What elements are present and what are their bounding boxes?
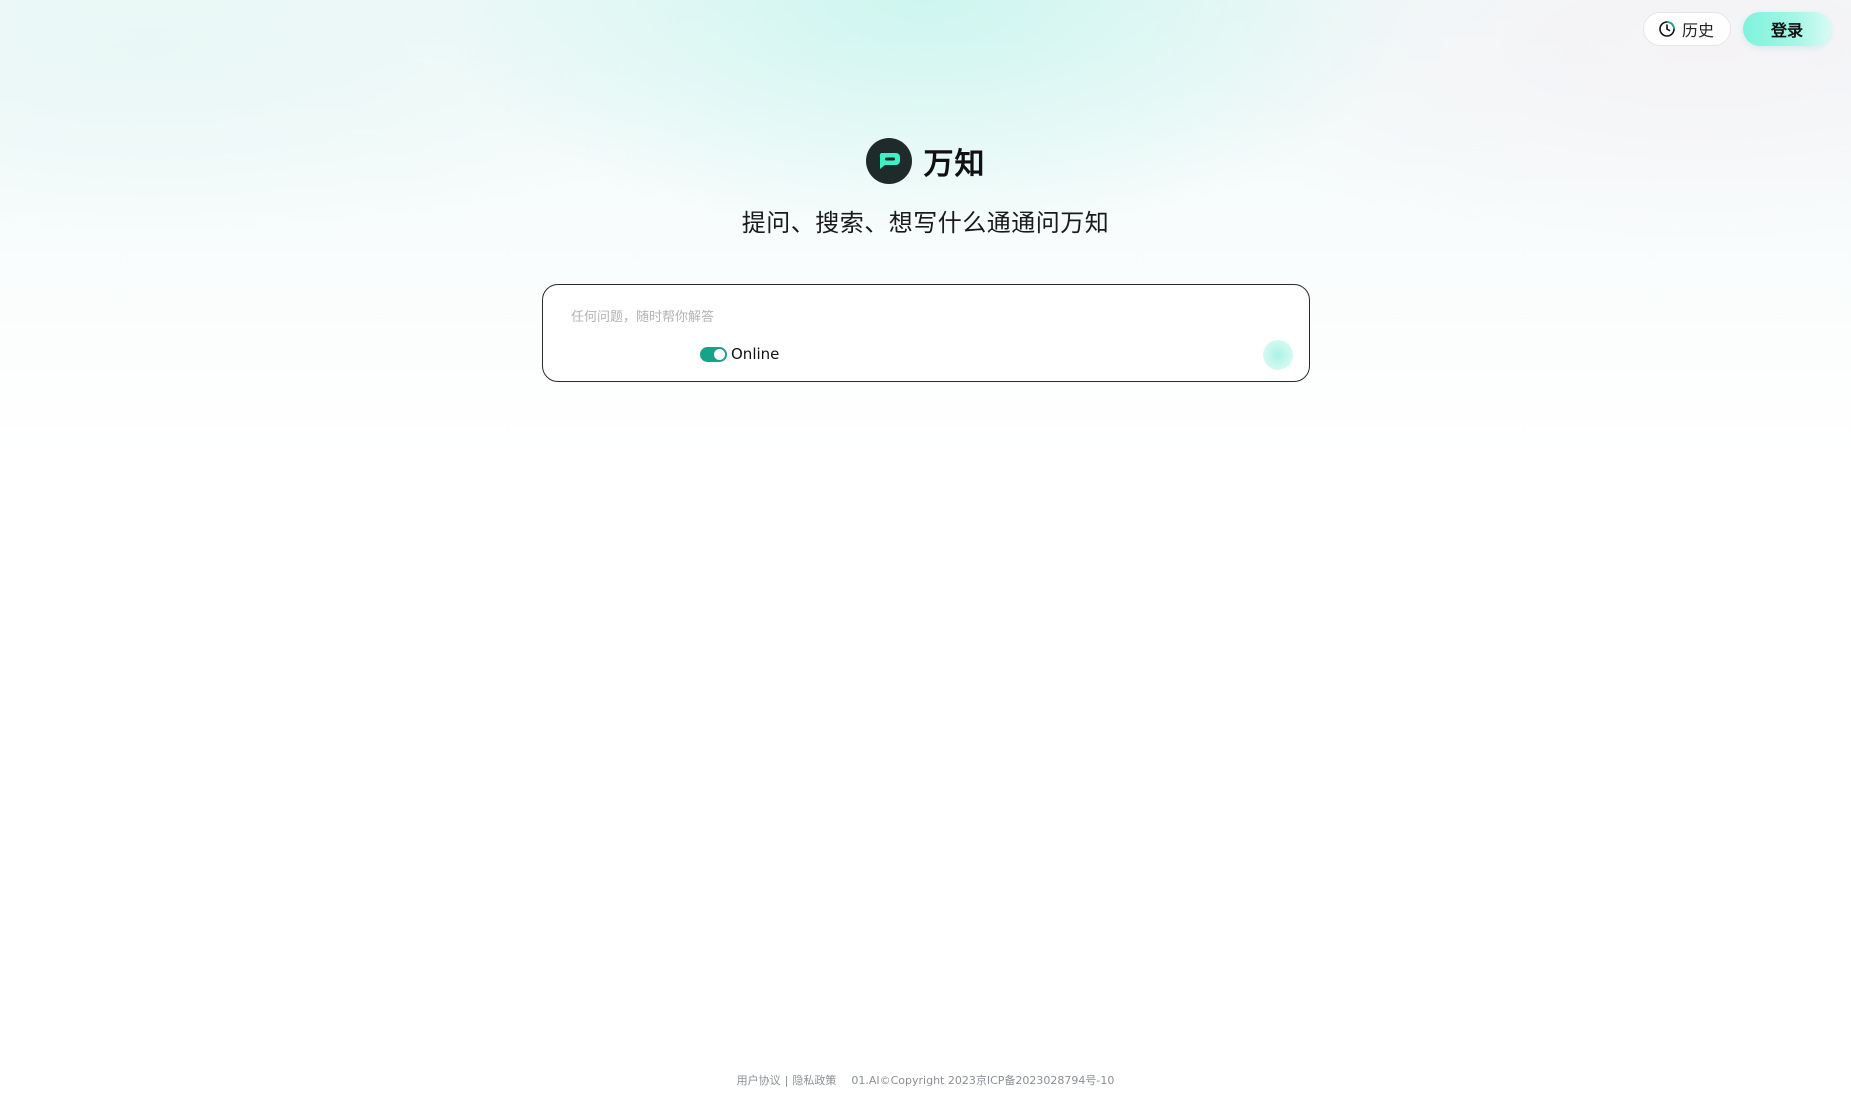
footer-links: 用户协议 | 隐私政策 xyxy=(737,1072,837,1088)
toggle-knob xyxy=(714,348,725,360)
header-actions: 历史 登录 xyxy=(1642,12,1831,46)
brand-name: 万知 xyxy=(923,147,986,182)
clock-icon xyxy=(1658,20,1676,38)
online-switch[interactable] xyxy=(700,346,727,362)
search-box: Online xyxy=(542,284,1310,382)
login-button[interactable]: 登录 xyxy=(1743,12,1831,46)
brand: 万知 xyxy=(0,138,1851,184)
send-button[interactable] xyxy=(1263,340,1293,370)
footer: 用户协议 | 隐私政策 01.AI©Copyright 2023京ICP备202… xyxy=(0,1072,1851,1088)
chat-bubble-logo-icon xyxy=(865,138,912,184)
online-label: Online xyxy=(731,345,780,363)
history-label: 历史 xyxy=(1681,21,1714,40)
privacy-policy-link[interactable]: 隐私政策 xyxy=(792,1072,836,1088)
online-toggle[interactable]: Online xyxy=(700,345,779,363)
footer-separator: | xyxy=(784,1073,789,1087)
page: 历史 登录 万知 提问、搜索、想写什么通通问万知 Online 用户协议 | xyxy=(0,0,1851,1103)
search-input[interactable] xyxy=(569,303,1273,331)
login-label: 登录 xyxy=(1770,21,1803,40)
copyright-text: 01.AI©Copyright 2023京ICP备2023028794号-10 xyxy=(851,1074,1115,1087)
user-agreement-link[interactable]: 用户协议 xyxy=(737,1072,781,1088)
history-button[interactable]: 历史 xyxy=(1642,12,1731,46)
tagline: 提问、搜索、想写什么通通问万知 xyxy=(741,209,1110,237)
